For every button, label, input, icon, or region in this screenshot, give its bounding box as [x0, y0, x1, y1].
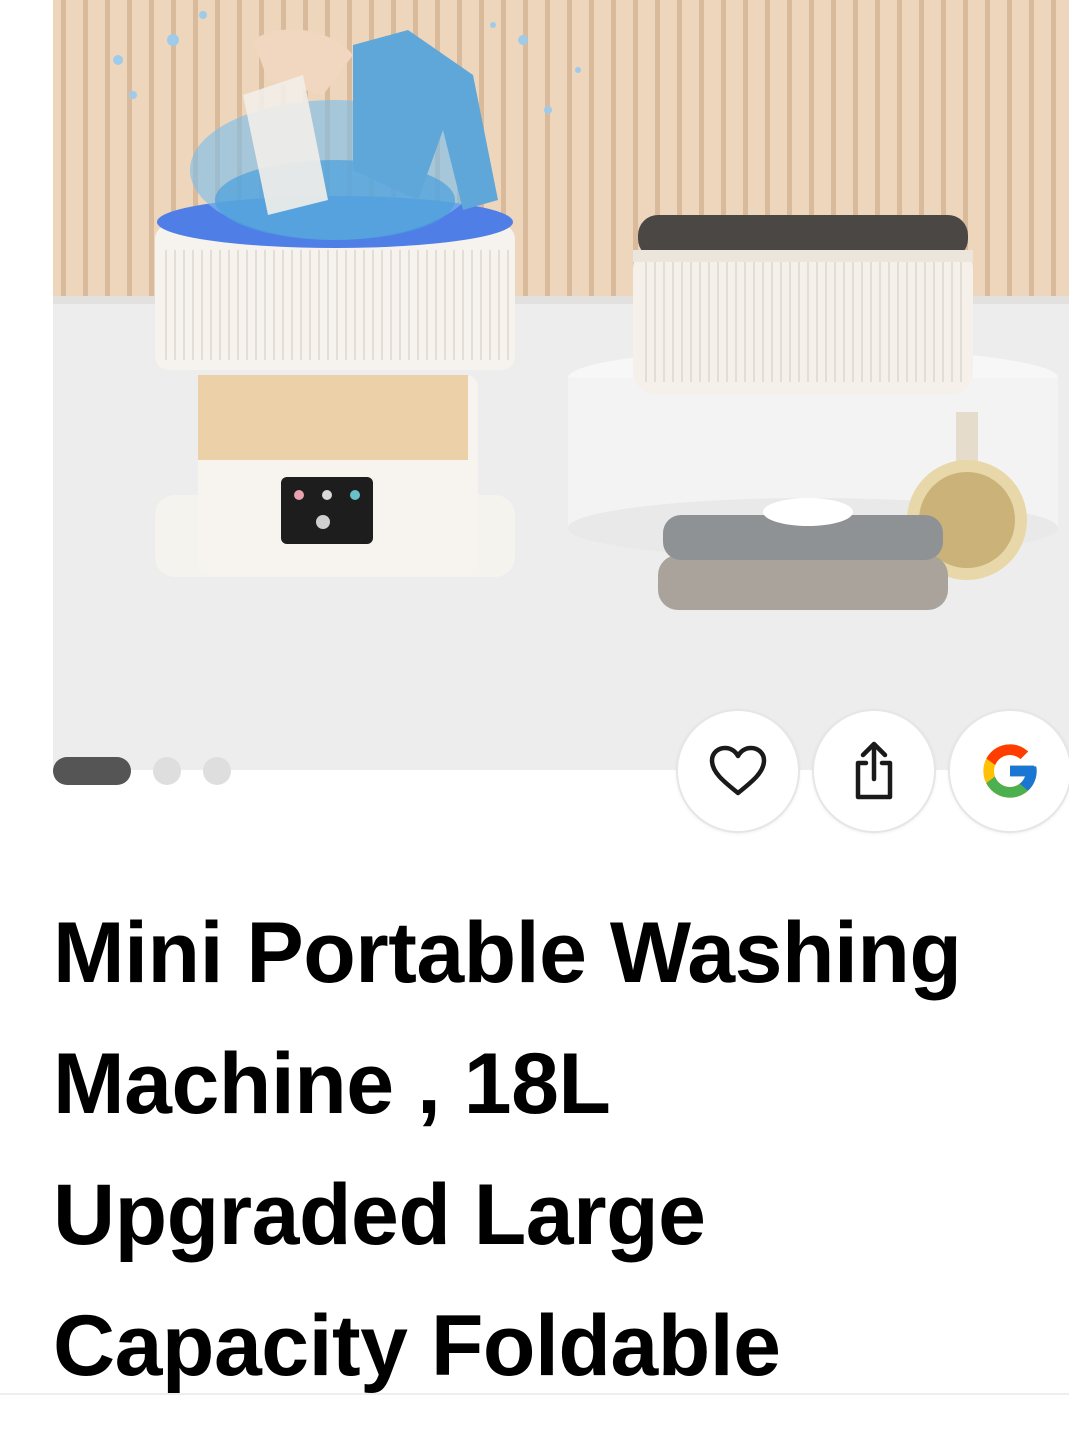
carousel-dot-1[interactable] [53, 757, 131, 785]
heart-icon [709, 745, 767, 796]
product-title: Mini Portable Washing Machine , 18L Upgr… [53, 888, 1063, 1412]
carousel-indicator [53, 757, 231, 785]
product-title-line: Mini Portable Washing [53, 905, 962, 1001]
divider [0, 1393, 1069, 1395]
carousel-dot-2[interactable] [153, 757, 181, 785]
carousel-dot-3[interactable] [203, 757, 231, 785]
favorite-button[interactable] [676, 709, 800, 833]
product-image[interactable] [53, 0, 1069, 770]
google-lens-button[interactable] [948, 709, 1069, 833]
share-icon [855, 741, 893, 800]
google-logo-icon [983, 744, 1037, 798]
product-title-line: Machine , 18L [53, 1036, 611, 1132]
share-button[interactable] [812, 709, 936, 833]
product-title-line: Upgraded Large [53, 1167, 706, 1263]
